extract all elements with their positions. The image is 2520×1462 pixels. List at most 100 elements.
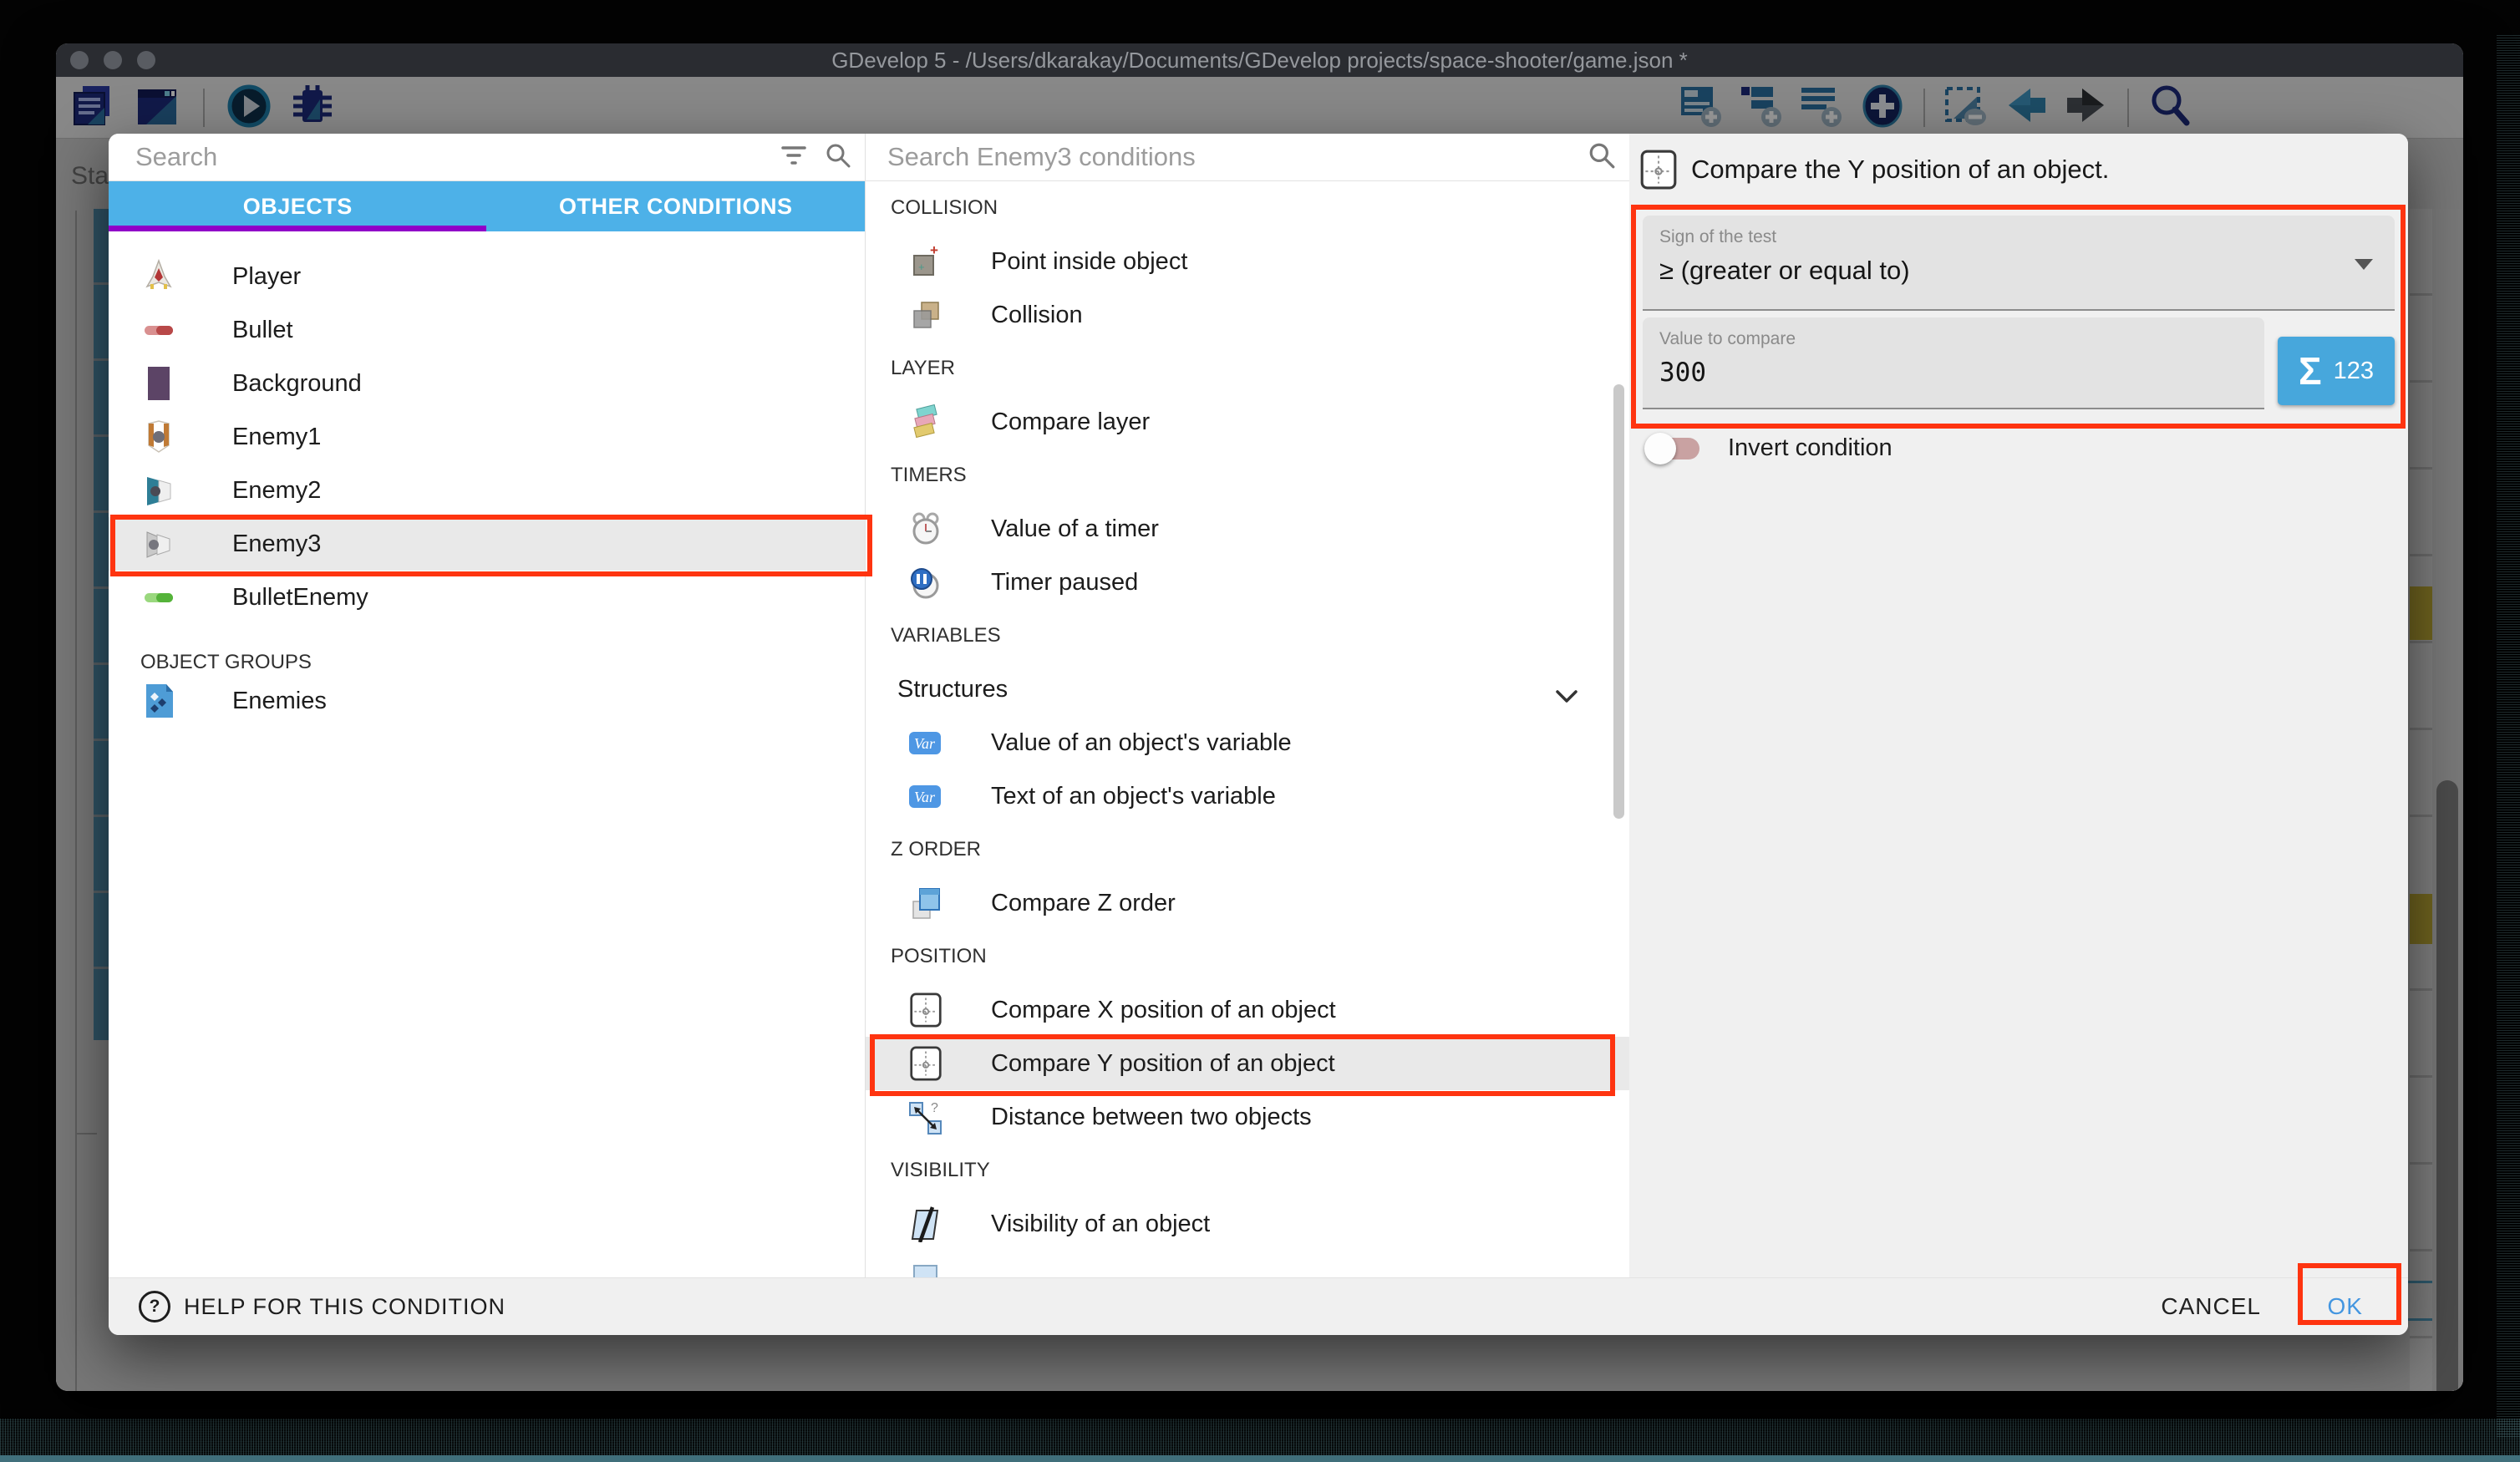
search-icon — [1588, 141, 1616, 174]
expression-builder-button[interactable]: Σ 123 — [2278, 337, 2395, 405]
timer-icon — [907, 510, 944, 547]
active-tab-underline — [109, 226, 486, 231]
sigma-badge: 123 — [2334, 358, 2374, 385]
object-tabs: OBJECTS OTHER CONDITIONS — [109, 181, 865, 231]
condition-item-compare-z-order[interactable]: Compare Z order — [866, 876, 1629, 930]
enemy1-icon — [140, 419, 177, 455]
condition-item-partial-item[interactable] — [866, 1251, 1629, 1278]
tab-objects[interactable]: OBJECTS — [109, 181, 487, 231]
condition-title: Compare the Y position of an object. — [1691, 155, 2109, 185]
condition-section-position: POSITION — [866, 930, 1629, 983]
svg-text:+: + — [930, 243, 938, 258]
object-item-player[interactable]: Player — [109, 250, 865, 303]
object-item-enemy3[interactable]: Enemy3 — [109, 517, 865, 571]
condition-label: Value of an object's variable — [991, 729, 1292, 757]
value-to-compare-field[interactable]: Value to compare 300 — [1643, 317, 2264, 409]
desktop-texture-bottom — [0, 1419, 2520, 1455]
condition-item-timer-paused[interactable]: Timer paused — [866, 556, 1629, 609]
condition-label: Visibility of an object — [991, 1211, 1210, 1238]
object-label: Background — [232, 370, 362, 398]
condition-item-compare-layer[interactable]: Compare layer — [866, 395, 1629, 449]
ok-button[interactable]: OK — [2308, 1278, 2383, 1335]
condition-search-row — [866, 134, 1629, 181]
condition-label: Timer paused — [991, 569, 1138, 596]
condition-parameters-panel: Compare the Y position of an object. Sig… — [1629, 134, 2408, 1278]
condition-label: Compare Y position of an object — [991, 1050, 1335, 1078]
svg-text:Var: Var — [914, 789, 936, 805]
condition-label: Text of an object's variable — [991, 783, 1276, 810]
distance-icon: ? — [907, 1099, 944, 1135]
object-label: Player — [232, 263, 301, 291]
layers-icon — [907, 404, 944, 440]
position-icon — [907, 1045, 944, 1082]
condition-section-z-order: Z ORDER — [866, 823, 1629, 876]
condition-label: Distance between two objects — [991, 1104, 1312, 1131]
svg-text:?: ? — [931, 1101, 938, 1115]
object-search-input[interactable] — [109, 134, 781, 180]
position-icon — [907, 992, 944, 1028]
object-group-icon — [140, 683, 177, 719]
condition-item-text-of-an-object-s-variable[interactable]: Var Text of an object's variable — [866, 769, 1629, 823]
desktop-texture-right — [2497, 33, 2520, 1437]
variable-icon: Var — [907, 778, 944, 815]
expander-structures[interactable]: Structures — [866, 662, 1629, 716]
condition-list-panel: COLLISION++Point inside objectCollisionL… — [865, 134, 1629, 1278]
filter-icon[interactable] — [781, 145, 806, 170]
point-inside-icon: ++ — [907, 243, 944, 280]
condition-editor-dialog: OBJECTS OTHER CONDITIONS Player Bullet Bac… — [109, 134, 2408, 1335]
svg-text:Var: Var — [914, 735, 936, 752]
help-icon: ? — [139, 1291, 170, 1322]
condition-section-visibility: VISIBILITY — [866, 1144, 1629, 1197]
condition-item-collision[interactable]: Collision — [866, 288, 1629, 342]
chevron-down-icon — [2355, 259, 2373, 270]
help-label: HELP FOR THIS CONDITION — [184, 1294, 506, 1320]
object-item-bullet[interactable]: Bullet — [109, 303, 865, 357]
condition-item-distance-between-two-objects[interactable]: ? Distance between two objects — [866, 1090, 1629, 1144]
sign-of-test-select[interactable]: Sign of the test ≥ (greater or equal to) — [1643, 216, 2395, 311]
condition-label: Compare X position of an object — [991, 997, 1336, 1024]
condition-item-compare-y-position-of-an-object[interactable]: Compare Y position of an object — [866, 1037, 1629, 1090]
titlebar: GDevelop 5 - /Users/dkarakay/Documents/G… — [56, 43, 2463, 77]
value-to-compare-value: 300 — [1659, 358, 2248, 388]
condition-label: Compare layer — [991, 409, 1150, 436]
condition-header: Compare the Y position of an object. — [1639, 149, 2109, 190]
desktop: GDevelop 5 - /Users/dkarakay/Documents/G… — [0, 0, 2520, 1462]
condition-list-scrollbar-thumb[interactable] — [1613, 384, 1624, 819]
compare-y-position-icon — [1639, 149, 1678, 190]
condition-search-input[interactable] — [866, 134, 1588, 180]
help-button[interactable]: ? HELP FOR THIS CONDITION — [134, 1278, 511, 1335]
invert-condition-label: Invert condition — [1728, 434, 1893, 462]
condition-item-point-inside-object[interactable]: ++ Point inside object — [866, 235, 1629, 288]
condition-section-collision: COLLISION — [866, 181, 1629, 235]
group-label: Enemies — [232, 688, 327, 715]
object-item-enemy2[interactable]: Enemy2 — [109, 464, 865, 517]
object-label: Bullet — [232, 317, 293, 344]
condition-item-value-of-a-timer[interactable]: Value of a timer — [866, 502, 1629, 556]
enemy2-icon — [140, 472, 177, 509]
object-selector-panel: OBJECTS OTHER CONDITIONS Player Bullet Bac… — [109, 134, 865, 1278]
collision-icon — [907, 297, 944, 333]
search-icon — [825, 142, 851, 173]
condition-label: Value of a timer — [991, 515, 1159, 543]
bullet-icon — [140, 312, 177, 348]
condition-item-compare-x-position-of-an-object[interactable]: Compare X position of an object — [866, 983, 1629, 1037]
bullet-enemy-icon — [140, 579, 177, 616]
expander-label: Structures — [897, 676, 1008, 703]
sigma-icon: Σ — [2299, 348, 2322, 393]
tab-other-conditions[interactable]: OTHER CONDITIONS — [487, 181, 866, 231]
sign-of-test-value: ≥ (greater or equal to) — [1659, 256, 2378, 286]
group-item-enemies[interactable]: Enemies — [109, 674, 865, 728]
condition-item-visibility-of-an-object[interactable]: Visibility of an object — [866, 1197, 1629, 1251]
z-order-icon — [907, 885, 944, 921]
invert-condition-toggle[interactable] — [1648, 438, 1699, 459]
condition-label: Point inside object — [991, 248, 1187, 276]
object-item-bulletenemy[interactable]: BulletEnemy — [109, 571, 865, 624]
invert-condition-row: Invert condition — [1641, 434, 1893, 462]
condition-item-value-of-an-object-s-variable[interactable]: Var Value of an object's variable — [866, 716, 1629, 769]
visibility-icon — [907, 1206, 944, 1242]
condition-section-timers: TIMERS — [866, 449, 1629, 502]
player-icon — [140, 258, 177, 295]
object-item-enemy1[interactable]: Enemy1 — [109, 410, 865, 464]
cancel-button[interactable]: CANCEL — [2149, 1278, 2273, 1335]
object-item-background[interactable]: Background — [109, 357, 865, 410]
